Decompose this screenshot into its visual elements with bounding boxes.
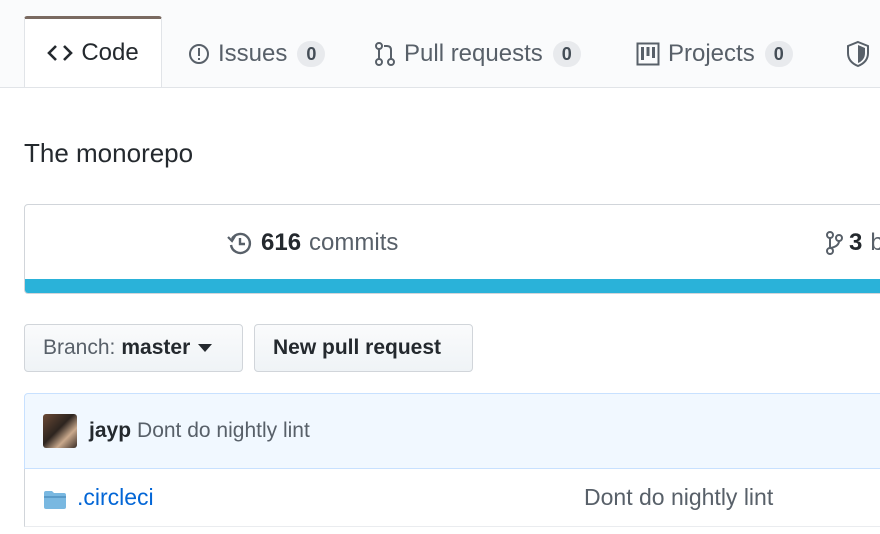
tab-pull-requests-label: Pull requests — [404, 40, 543, 67]
avatar[interactable] — [43, 414, 77, 448]
file-commit-message[interactable]: Dont do nightly lint — [584, 484, 773, 511]
tab-projects-label: Projects — [668, 40, 755, 67]
history-icon — [227, 230, 253, 256]
commits-link[interactable]: 616 commits — [227, 229, 398, 257]
file-name-link[interactable]: .circleci — [77, 484, 154, 511]
branches-link[interactable]: 3 b — [825, 229, 880, 257]
commit-message[interactable]: Dont do nightly lint — [137, 419, 310, 443]
repo-description: The monorepo — [24, 138, 194, 168]
branch-value: master — [121, 336, 191, 359]
code-icon — [47, 43, 74, 63]
branch-label: Branch: — [43, 336, 116, 359]
tab-security[interactable] — [846, 22, 878, 86]
shield-icon — [846, 40, 870, 68]
branch-select-button[interactable]: Branch: master — [24, 324, 243, 372]
tab-code-label: Code — [81, 39, 139, 66]
tab-issues[interactable]: Issues 0 — [188, 22, 326, 86]
branch-icon — [825, 230, 843, 256]
tab-code[interactable]: Code — [24, 16, 162, 87]
table-row: .circleci Dont do nightly lint — [24, 469, 880, 527]
folder-icon — [43, 489, 67, 516]
tab-projects[interactable]: Projects 0 — [636, 22, 793, 86]
new-pull-request-button[interactable]: New pull request — [254, 324, 473, 372]
issue-icon — [188, 43, 210, 65]
branches-label: b — [870, 229, 880, 257]
commit-author[interactable]: jayp — [89, 419, 131, 443]
language-bar[interactable] — [25, 279, 880, 293]
project-icon — [636, 42, 660, 66]
branches-count: 3 — [849, 229, 863, 256]
latest-commit-bar: jayp Dont do nightly lint — [24, 393, 880, 469]
projects-counter: 0 — [764, 41, 793, 67]
tab-pull-requests[interactable]: Pull requests 0 — [374, 22, 581, 86]
commits-count: 616 — [261, 229, 302, 256]
tab-issues-label: Issues — [218, 40, 288, 67]
new-pull-request-label: New pull request — [273, 336, 442, 359]
pull-requests-counter: 0 — [552, 41, 581, 67]
repo-summary: 616 commits 3 b — [24, 204, 880, 294]
repo-nav-tabs: Code Issues 0 Pull requests 0 Projects 0 — [0, 0, 880, 88]
pull-request-icon — [374, 41, 396, 67]
chevron-down-icon — [198, 344, 213, 352]
issues-counter: 0 — [297, 41, 326, 67]
commits-label: commits — [309, 229, 399, 256]
